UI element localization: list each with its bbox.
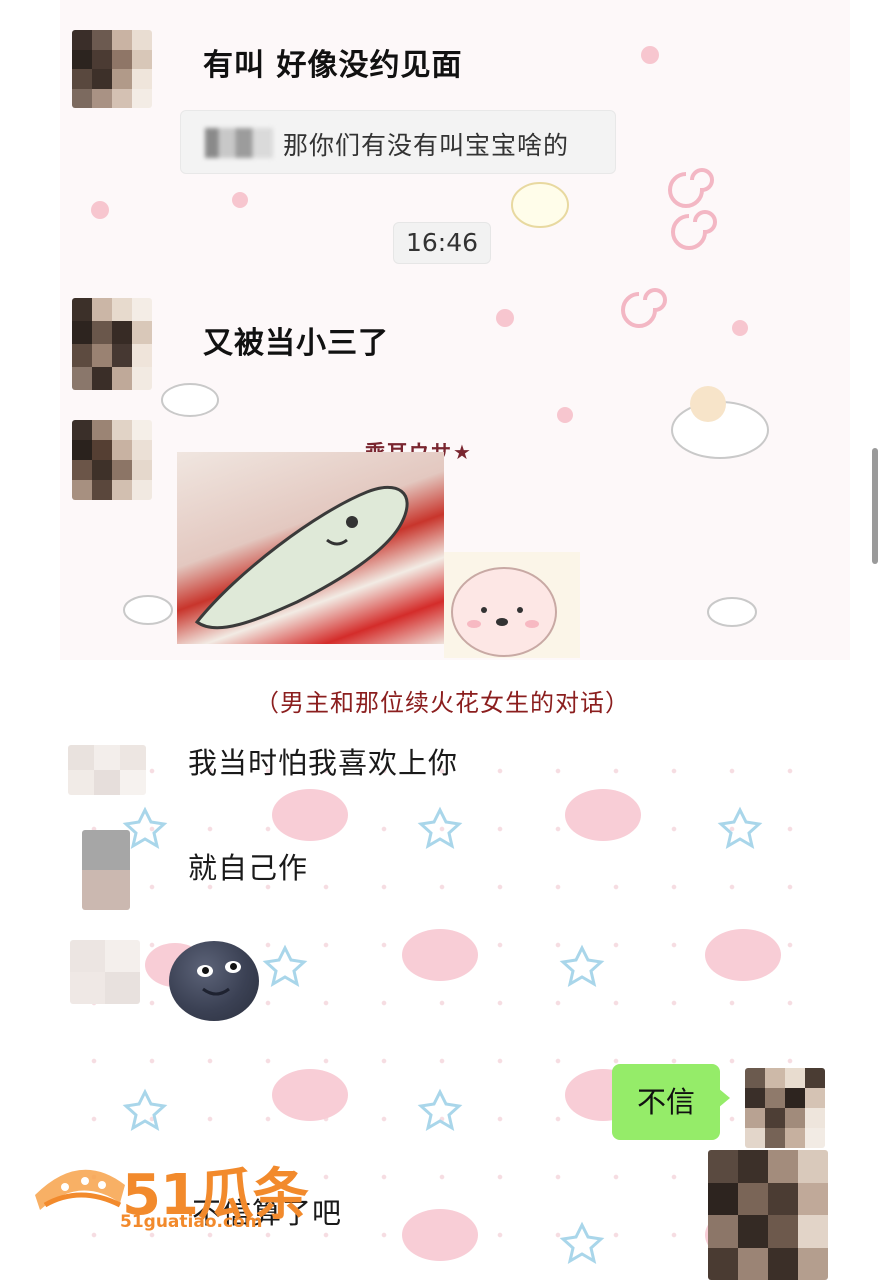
watermark-logo-icon xyxy=(35,1169,125,1210)
contact-avatar[interactable] xyxy=(72,298,152,390)
contact-avatar[interactable] xyxy=(72,420,152,500)
outgoing-bubble-tail xyxy=(718,1088,730,1108)
sticker-image[interactable] xyxy=(177,452,444,644)
timestamp: 16:46 xyxy=(393,222,491,264)
message-text[interactable]: 又被当小三了 xyxy=(203,318,389,362)
self-avatar[interactable] xyxy=(745,1068,825,1148)
contact-avatar[interactable] xyxy=(82,830,130,910)
outgoing-message[interactable]: 不信 xyxy=(612,1064,720,1140)
new-moon-face-emoji[interactable] xyxy=(169,941,259,1021)
message-text[interactable]: 就自己作 xyxy=(188,845,308,887)
emoji-eye xyxy=(197,965,213,977)
emoji-mouth xyxy=(202,987,230,996)
bear-sticker xyxy=(444,552,580,658)
contact-avatar[interactable] xyxy=(70,940,140,1004)
emoji-eye xyxy=(225,961,241,973)
meme-figure xyxy=(194,486,409,630)
scrollbar[interactable] xyxy=(872,448,878,564)
self-avatar-overlay xyxy=(708,1150,828,1280)
contact-avatar[interactable] xyxy=(72,30,152,108)
contact-avatar[interactable] xyxy=(68,745,146,795)
watermark-url: 51guatiao.com xyxy=(120,1212,263,1232)
quoted-sender-blurred xyxy=(205,128,273,158)
quoted-reply-text: 那你们有没有叫宝宝啥的 xyxy=(283,131,570,160)
message-text[interactable]: 有叫 好像没约见面 xyxy=(203,40,462,84)
message-text[interactable]: 我当时怕我喜欢上你 xyxy=(188,740,458,782)
caption: （男主和那位续火花女生的对话） xyxy=(255,689,630,717)
